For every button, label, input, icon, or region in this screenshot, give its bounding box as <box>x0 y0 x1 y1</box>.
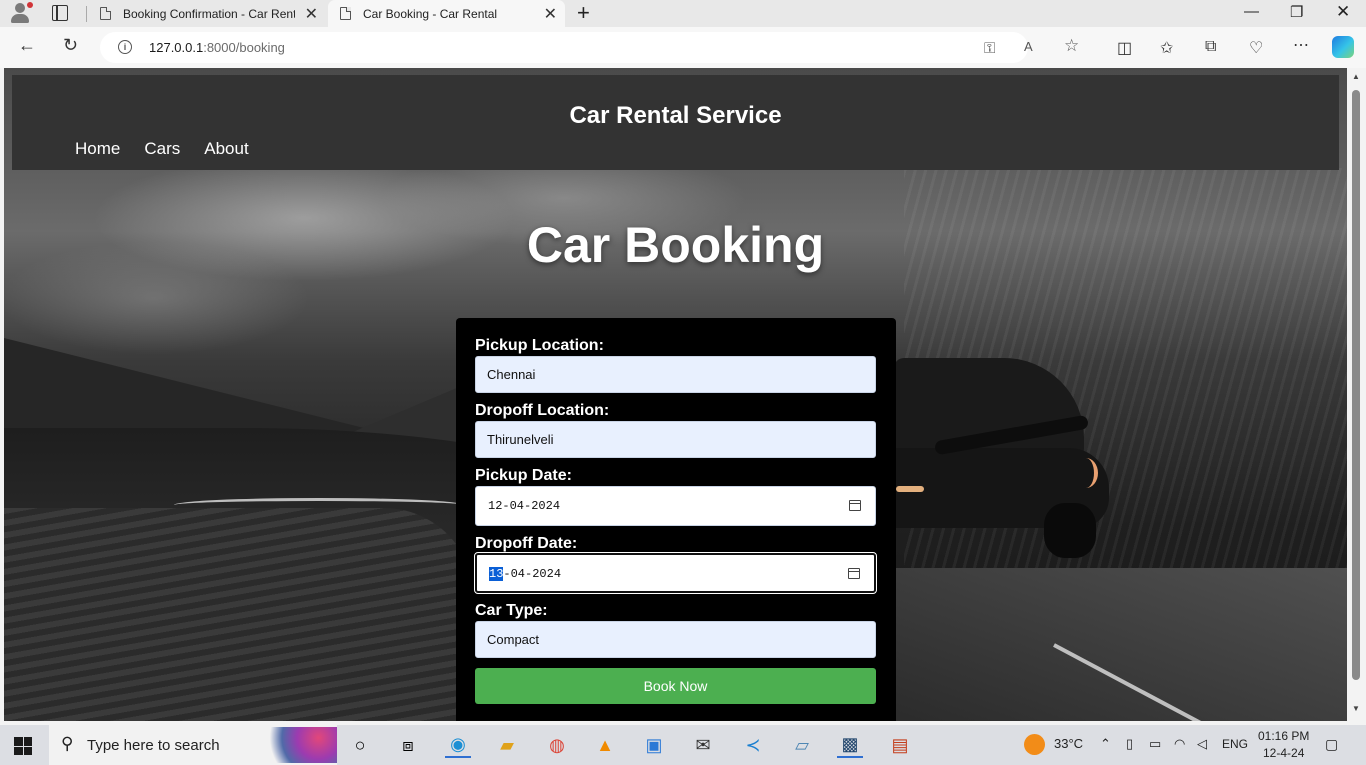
tab-actions-icon[interactable] <box>52 5 68 21</box>
weather-temperature[interactable]: 33°C <box>1054 736 1083 751</box>
new-tab-icon[interactable]: + <box>577 0 590 26</box>
search-icon: ⚲ <box>61 734 74 753</box>
terminal-app-icon[interactable]: ▩ <box>837 732 863 758</box>
nav-cars-link[interactable]: Cars <box>144 139 180 159</box>
book-now-button[interactable]: Book Now <box>475 668 876 704</box>
close-tab-icon[interactable]: ✕ <box>305 4 318 24</box>
tab-title: Car Booking - Car Rental <box>363 6 498 21</box>
split-screen-icon[interactable]: ◫ <box>1117 38 1132 58</box>
dropoff-location-label: Dropoff Location: <box>475 402 610 419</box>
scroll-up-icon[interactable]: ▲ <box>1352 72 1360 81</box>
nav-home-link[interactable]: Home <box>75 139 120 159</box>
tab-booking-confirmation[interactable]: Booking Confirmation - Car Rental ✕ <box>86 0 326 27</box>
scrollbar-thumb[interactable] <box>1352 90 1360 680</box>
chrome-icon[interactable]: ◍ <box>544 732 570 758</box>
booking-form: Pickup Location: Chennai Dropoff Locatio… <box>456 318 896 721</box>
notifications-icon[interactable]: ▢ <box>1325 736 1338 753</box>
battery-icon[interactable]: ▭ <box>1149 736 1161 752</box>
favorites-icon[interactable]: ✩ <box>1160 38 1173 58</box>
search-highlight-image <box>263 727 337 763</box>
car-type-input[interactable]: Compact <box>475 621 876 658</box>
address-bar[interactable]: i 127.0.0.1:8000/booking ⚿ <box>100 32 1028 63</box>
page-viewport: Car Rental Service Home Cars About Car B… <box>4 68 1347 721</box>
more-menu-icon[interactable]: ⋯ <box>1293 35 1309 55</box>
restore-icon[interactable]: ❐ <box>1290 3 1303 21</box>
vscode-icon[interactable]: ≺ <box>740 732 766 758</box>
pickup-date-day[interactable]: 12 <box>488 499 502 513</box>
copilot-icon[interactable] <box>1332 36 1354 58</box>
page-scrollbar[interactable]: ▲ ▼ <box>1348 68 1366 721</box>
powerpoint-icon[interactable]: ▤ <box>887 732 913 758</box>
pickup-date-month-year[interactable]: -04-2024 <box>502 499 560 513</box>
device-icon[interactable]: ▯ <box>1126 736 1133 752</box>
scroll-down-icon[interactable]: ▼ <box>1352 704 1360 713</box>
page-icon <box>340 7 351 20</box>
tab-title: Booking Confirmation - Car Rental <box>123 6 295 21</box>
wifi-icon[interactable]: ◠ <box>1174 736 1185 752</box>
tab-car-booking[interactable]: Car Booking - Car Rental ✕ <box>328 0 565 27</box>
taskbar: ⚲ Type here to search ○ ⧈ ◉ ▰ ◍ ▲ ▣ ✉ ≺ … <box>0 725 1366 765</box>
collections-icon[interactable]: ⧉ <box>1205 38 1216 56</box>
weather-icon[interactable] <box>1024 734 1045 755</box>
pickup-date-label: Pickup Date: <box>475 467 572 484</box>
minimize-icon[interactable]: — <box>1244 3 1259 20</box>
sports-car-image <box>894 358 1114 558</box>
dropoff-date-day-selected[interactable]: 13 <box>489 567 504 581</box>
notepad-icon[interactable]: ▱ <box>789 732 815 758</box>
volume-icon[interactable]: ◁ <box>1197 736 1207 752</box>
clock-date: 12-4-24 <box>1263 746 1305 760</box>
vlc-icon[interactable]: ▲ <box>592 732 618 758</box>
edge-browser-icon[interactable]: ◉ <box>445 732 471 758</box>
dropoff-date-month-year[interactable]: -04-2024 <box>503 567 561 581</box>
close-tab-icon[interactable]: ✕ <box>544 4 557 24</box>
language-indicator[interactable]: ENG <box>1222 737 1248 751</box>
extensions-icon[interactable]: ♡ <box>1249 38 1263 58</box>
profile-icon[interactable] <box>9 2 33 24</box>
refresh-icon[interactable]: ↻ <box>63 35 78 56</box>
site-brand: Car Rental Service <box>569 102 782 129</box>
car-type-label: Car Type: <box>475 602 548 619</box>
browser-toolbar: ← ↻ i 127.0.0.1:8000/booking ⚿ A ☆ ◫ ✩ ⧉… <box>0 27 1366 68</box>
url-text[interactable]: 127.0.0.1:8000/booking <box>149 40 285 55</box>
back-icon[interactable]: ← <box>18 35 36 56</box>
favorite-star-icon[interactable]: ☆ <box>1064 36 1079 56</box>
calendar-icon[interactable] <box>848 568 860 579</box>
dropoff-date-input[interactable]: 13-04-2024 <box>474 552 877 594</box>
search-placeholder: Type here to search <box>87 737 220 754</box>
calendar-icon[interactable] <box>849 500 861 511</box>
task-view-icon[interactable]: ⧈ <box>395 732 421 758</box>
url-host: 127.0.0.1 <box>149 40 204 55</box>
nav-about-link[interactable]: About <box>204 139 248 159</box>
system-clock[interactable]: 01:16 PM 12-4-24 <box>1258 728 1309 762</box>
windows-start-icon[interactable] <box>14 737 32 755</box>
page-icon <box>100 7 111 20</box>
dropoff-location-input[interactable]: Thirunelveli <box>475 421 876 458</box>
site-header: Car Rental Service Home Cars About <box>12 75 1339 170</box>
main-nav: Home Cars About <box>75 139 273 159</box>
clock-time: 01:16 PM <box>1258 729 1310 743</box>
chevron-up-icon[interactable]: ⌃ <box>1100 736 1111 752</box>
browser-tab-strip: Booking Confirmation - Car Rental ✕ Car … <box>0 0 1366 27</box>
taskbar-search-box[interactable]: ⚲ Type here to search <box>49 725 337 765</box>
close-window-icon[interactable]: ✕ <box>1336 2 1350 22</box>
page-title: Car Booking <box>526 217 825 273</box>
file-explorer-icon[interactable]: ▰ <box>494 732 520 758</box>
mail-icon[interactable]: ✉ <box>690 732 716 758</box>
key-icon[interactable]: ⚿ <box>984 40 995 57</box>
store-icon[interactable]: ▣ <box>641 732 667 758</box>
pickup-location-input[interactable]: Chennai <box>475 356 876 393</box>
site-info-icon[interactable]: i <box>118 40 132 54</box>
url-path: :8000/booking <box>203 40 285 55</box>
dropoff-date-label: Dropoff Date: <box>475 535 578 552</box>
cortana-icon[interactable]: ○ <box>347 732 373 758</box>
read-aloud-icon[interactable]: A <box>1024 39 1033 54</box>
pickup-date-input[interactable]: 12-04-2024 <box>475 486 876 526</box>
pickup-location-label: Pickup Location: <box>475 337 604 354</box>
